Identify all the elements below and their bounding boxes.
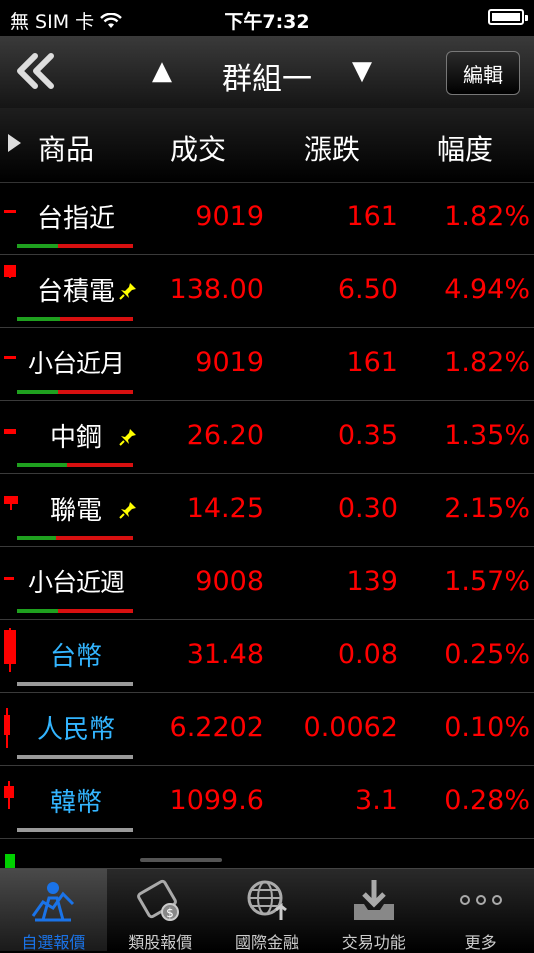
quote-row[interactable]: 台指近 9019 161 1.82% <box>0 182 534 255</box>
product-name: 小台近月 <box>27 349 125 378</box>
quote-percent: 2.15% <box>444 493 530 524</box>
quote-list: 台指近 9019 161 1.82% 台積電 138.00 6.50 4.94% 小台近月 901… <box>0 182 534 839</box>
volume-bar <box>17 317 133 321</box>
quote-price: 138.00 <box>169 274 264 305</box>
quote-price: 14.25 <box>186 493 264 524</box>
quote-percent: 1.35% <box>444 420 530 451</box>
quote-change: 0.0062 <box>303 712 398 743</box>
quote-price: 9019 <box>195 347 264 378</box>
more-dots-icon <box>456 874 506 926</box>
volume-bar <box>17 463 133 467</box>
tab-4[interactable]: 更多 <box>427 869 534 952</box>
quote-row[interactable]: 聯電 14.25 0.30 2.15% <box>0 474 534 547</box>
volume-bar <box>17 244 133 248</box>
column-product[interactable]: 商品 <box>38 128 94 168</box>
quote-price: 9008 <box>195 566 264 597</box>
status-bar: 無 SIM 卡 下午7:32 <box>0 0 534 36</box>
tab-3[interactable]: 交易功能 <box>320 869 427 952</box>
status-time: 下午7:32 <box>224 11 310 33</box>
product-name: 中鋼 <box>49 423 102 453</box>
battery-icon <box>488 9 528 25</box>
column-header: 商品 成交 漲跌 幅度 <box>0 108 534 183</box>
volume-bar <box>17 390 133 394</box>
scrollbar[interactable] <box>140 858 222 862</box>
quote-row[interactable]: 中鋼 26.20 0.35 1.35% <box>0 401 534 474</box>
quote-change: 0.08 <box>337 639 398 670</box>
quote-change: 161 <box>346 347 398 378</box>
tab-label: 更多 <box>464 933 497 952</box>
quote-change: 6.50 <box>337 274 398 305</box>
play-triangle-icon[interactable] <box>8 134 21 152</box>
watchlist-person-icon <box>28 874 78 926</box>
tab-1[interactable]: $ 類股報價 <box>107 869 214 952</box>
column-percent[interactable]: 幅度 <box>437 128 493 168</box>
quote-percent: 4.94% <box>444 274 530 305</box>
film-coin-icon: $ <box>135 874 185 926</box>
quote-change: 0.35 <box>337 420 398 451</box>
quote-row[interactable]: 小台近月 9019 161 1.82% <box>0 328 534 401</box>
quote-percent: 0.10% <box>444 712 530 743</box>
column-change[interactable]: 漲跌 <box>304 128 360 168</box>
quote-row[interactable]: 人民幣 6.2202 0.0062 0.10% <box>0 693 534 766</box>
quote-change: 0.30 <box>337 493 398 524</box>
quote-price: 31.48 <box>186 639 264 670</box>
quote-row[interactable]: 台幣 31.48 0.08 0.25% <box>0 620 534 693</box>
product-name: 台幣 <box>49 642 102 672</box>
product-name: 人民幣 <box>36 715 115 745</box>
quote-percent: 1.82% <box>444 201 530 232</box>
product-name: 台指近 <box>36 204 115 234</box>
quote-row[interactable]: 台積電 138.00 6.50 4.94% <box>0 255 534 328</box>
quote-row[interactable]: 韓幣 1099.6 3.1 0.28% <box>0 766 534 839</box>
quote-percent: 1.57% <box>444 566 530 597</box>
download-tray-icon <box>349 874 399 926</box>
tab-label: 國際金融 <box>234 933 299 952</box>
quote-percent: 0.28% <box>444 785 530 816</box>
quote-price: 1099.6 <box>169 785 264 816</box>
quote-percent: 0.25% <box>444 639 530 670</box>
product-name: 小台近週 <box>27 568 125 597</box>
quote-price: 26.20 <box>186 420 264 451</box>
quote-percent: 1.82% <box>444 347 530 378</box>
quote-change: 161 <box>346 201 398 232</box>
svg-text:$: $ <box>166 906 174 920</box>
edit-button[interactable]: 編輯 <box>446 51 520 95</box>
quote-price: 6.2202 <box>169 712 264 743</box>
quote-price: 9019 <box>195 201 264 232</box>
nav-bar: ▲ 群組一 ▼ 編輯 <box>0 36 534 109</box>
volume-bar <box>17 536 133 540</box>
pin-icon <box>118 427 138 451</box>
tab-2[interactable]: 國際金融 <box>214 869 321 952</box>
volume-bar <box>17 828 133 832</box>
next-group-button[interactable]: ▼ <box>352 56 372 86</box>
column-price[interactable]: 成交 <box>170 128 226 168</box>
tab-bar: 自選報價 $ 類股報價 國際金融 交易功能 更多 <box>0 868 534 952</box>
product-name: 韓幣 <box>49 788 102 818</box>
volume-bar <box>17 755 133 759</box>
product-name: 聯電 <box>49 496 102 526</box>
tab-label: 交易功能 <box>341 933 406 952</box>
tab-label: 自選報價 <box>21 933 86 952</box>
globe-icon <box>242 874 292 926</box>
volume-bar <box>17 682 133 686</box>
pin-icon <box>118 500 138 524</box>
tab-0[interactable]: 自選報價 <box>0 869 107 952</box>
pin-icon <box>118 281 138 305</box>
tab-label: 類股報價 <box>128 933 193 952</box>
quote-row[interactable]: 小台近週 9008 139 1.57% <box>0 547 534 620</box>
quote-change: 3.1 <box>355 785 398 816</box>
product-name: 台積電 <box>36 277 115 307</box>
quote-change: 139 <box>346 566 398 597</box>
volume-bar <box>17 609 133 613</box>
